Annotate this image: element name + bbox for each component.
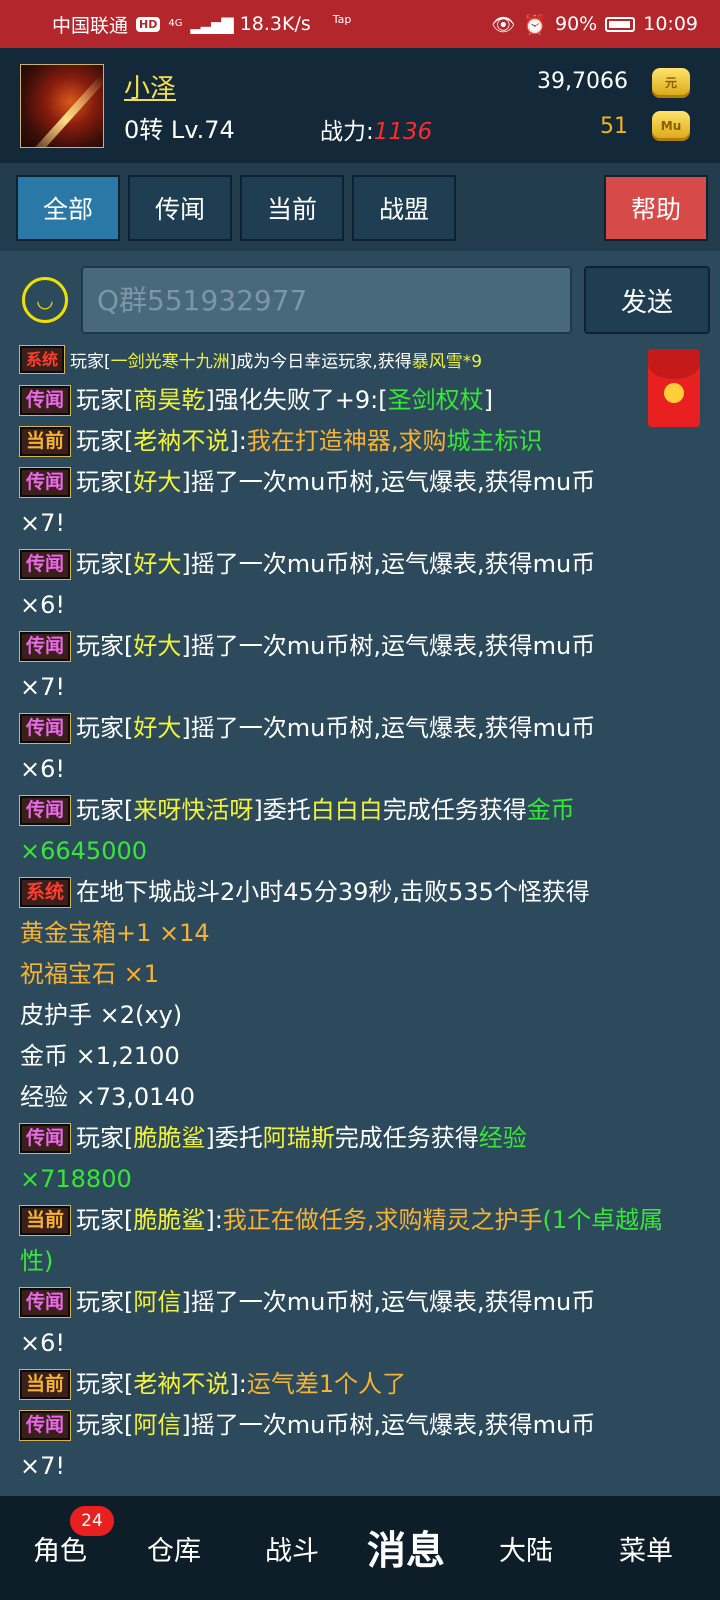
player-link[interactable]: 好大 bbox=[133, 714, 181, 742]
network-type: 4G bbox=[168, 18, 183, 29]
nav-messages[interactable]: 消息 bbox=[346, 1496, 466, 1600]
rumor-badge: 传闻 bbox=[18, 1287, 72, 1318]
hd-icon: HD bbox=[136, 16, 161, 32]
combat-power: 战力:1136 bbox=[320, 112, 432, 146]
avatar[interactable] bbox=[20, 64, 104, 148]
nav-warehouse[interactable]: 仓库 bbox=[114, 1496, 234, 1600]
nav-continent[interactable]: 大陆 bbox=[466, 1496, 586, 1600]
loot-line: 黄金宝箱+1 ×14 bbox=[20, 919, 210, 947]
message-list[interactable]: 系统 玩家[一剑光寒十九洲]成为今日幸运玩家,获得暴风雪*9 传闻 玩家[商昊乾]强… bbox=[0, 344, 720, 1496]
player-link[interactable]: 老衲不说 bbox=[133, 427, 229, 455]
list-item: 当前 玩家[脆脆鲨]:我正在做任务,求购精灵之护手(1个卓越属性) bbox=[18, 1205, 664, 1275]
rumor-badge: 传闻 bbox=[18, 1410, 72, 1441]
rumor-badge: 传闻 bbox=[18, 467, 72, 498]
player-link[interactable]: 阿信 bbox=[133, 1288, 181, 1316]
status-bar: 中国联通 HD 4G ▂▃▅▇ 18.3K/s Tap 👁 ⏰ 90% 10:0… bbox=[0, 0, 720, 48]
player-link[interactable]: 好大 bbox=[133, 632, 181, 660]
player-level: 0转 Lv.74 bbox=[124, 116, 235, 144]
item-link[interactable]: 圣剑权杖 bbox=[388, 386, 484, 414]
tab-alliance[interactable]: 战盟 bbox=[352, 175, 456, 241]
list-item: 当前 玩家[老衲不说]:运气差1个人了 bbox=[18, 1364, 696, 1405]
battery-icon bbox=[605, 16, 636, 32]
current-badge: 当前 bbox=[18, 1205, 72, 1236]
rumor-badge: 传闻 bbox=[18, 1123, 72, 1154]
list-item: 传闻 玩家[商昊乾]强化失败了+9:[圣剑权杖] bbox=[18, 380, 696, 421]
tap-indicator: Tap bbox=[332, 12, 352, 26]
player-link[interactable]: 一剑光寒十九洲 bbox=[111, 352, 230, 372]
list-item: 传闻 玩家[脆脆鲨]委托阿瑞斯完成任务获得经验 ×718800 bbox=[18, 1123, 527, 1193]
rumor-badge: 传闻 bbox=[18, 713, 72, 744]
npc-link[interactable]: 白白白 bbox=[311, 796, 383, 824]
notification-badge: 24 bbox=[70, 1506, 114, 1536]
list-item: 系统 玩家[一剑光寒十九洲]成为今日幸运玩家,获得暴风雪*9 bbox=[18, 344, 696, 380]
gold-amount: 39,7066 bbox=[537, 69, 628, 94]
tab-rumor[interactable]: 传闻 bbox=[128, 175, 232, 241]
list-item: 传闻 玩家[好大]摇了一次mu币树,运气爆表,获得mu币 ×6! bbox=[18, 549, 596, 619]
tab-current[interactable]: 当前 bbox=[240, 175, 344, 241]
combat-power-value: 1136 bbox=[373, 119, 433, 145]
list-item: 系统 在地下城战斗2小时45分39秒,击败535个怪获得 黄金宝箱+1 ×14 祝… bbox=[18, 877, 590, 1111]
emoji-icon[interactable]: ◡ bbox=[22, 277, 68, 323]
tab-all[interactable]: 全部 bbox=[16, 175, 120, 241]
red-envelope-coin bbox=[664, 383, 684, 403]
combat-power-label: 战力: bbox=[320, 119, 374, 145]
system-badge: 系统 bbox=[18, 877, 72, 908]
player-link[interactable]: 商昊乾 bbox=[133, 386, 205, 414]
player-name[interactable]: 小泽 bbox=[124, 68, 176, 105]
item-link[interactable]: 精灵之护手 bbox=[422, 1206, 542, 1234]
player-link[interactable]: 脆脆鲨 bbox=[133, 1206, 205, 1234]
loot-line: 金币 ×1,2100 bbox=[20, 1042, 180, 1070]
player-link[interactable]: 来呀快活呀 bbox=[133, 796, 253, 824]
player-link[interactable]: 老衲不说 bbox=[133, 1370, 229, 1398]
list-item: 传闻 玩家[好大]摇了一次mu币树,运气爆表,获得mu币 ×7! bbox=[18, 631, 596, 701]
player-link[interactable]: 阿信 bbox=[133, 1411, 181, 1439]
clock: 10:09 bbox=[643, 13, 698, 35]
item-link[interactable]: 暴风雪*9 bbox=[412, 352, 482, 372]
help-button[interactable]: 帮助 bbox=[604, 175, 708, 241]
channel-tabs: 全部 传闻 当前 战盟 帮助 bbox=[0, 163, 720, 251]
loot-line: 经验 ×73,0140 bbox=[20, 1083, 195, 1111]
player-link[interactable]: 好大 bbox=[133, 550, 181, 578]
player-header: 小泽 0转 Lv.74 战力:1136 39,7066 元 51 Mu bbox=[0, 48, 720, 163]
carrier-label: 中国联通 bbox=[52, 14, 129, 37]
mu-amount: 51 bbox=[600, 114, 628, 139]
battery-percent: 90% bbox=[555, 13, 598, 35]
nav-menu[interactable]: 菜单 bbox=[586, 1496, 706, 1600]
list-item: 传闻 玩家[好大]摇了一次mu币树,运气爆表,获得mu币 ×6! bbox=[18, 713, 596, 783]
chat-input[interactable] bbox=[81, 266, 572, 334]
current-badge: 当前 bbox=[18, 426, 72, 457]
mu-coin-icon: Mu bbox=[652, 111, 690, 141]
list-item: 传闻 玩家[来呀快活呀]委托白白白完成任务获得金币 ×6645000 bbox=[18, 795, 575, 865]
gold-coin-icon: 元 bbox=[652, 68, 690, 98]
npc-link[interactable]: 阿瑞斯 bbox=[263, 1124, 335, 1152]
loot-line: 皮护手 ×2(xy) bbox=[20, 1001, 183, 1029]
red-envelope-icon[interactable] bbox=[648, 349, 700, 427]
nav-battle[interactable]: 战斗 bbox=[232, 1496, 352, 1600]
rumor-badge: 传闻 bbox=[18, 795, 72, 826]
system-badge: 系统 bbox=[18, 345, 66, 374]
loot-line: 祝福宝石 ×1 bbox=[20, 960, 160, 988]
eye-icon: 👁 bbox=[491, 13, 516, 36]
list-item: 传闻 玩家[阿信]摇了一次mu币树,运气爆表,获得mu币 ×6! bbox=[18, 1287, 596, 1357]
list-item: 传闻 玩家[阿信]摇了一次mu币树,运气爆表,获得mu币 ×7! bbox=[18, 1410, 596, 1480]
bottom-nav: 角色 24 仓库 战斗 消息 大陆 菜单 bbox=[0, 1496, 720, 1600]
nav-role[interactable]: 角色 24 bbox=[0, 1496, 120, 1600]
network-speed: 18.3K/s bbox=[239, 13, 311, 35]
rumor-badge: 传闻 bbox=[18, 549, 72, 580]
player-link[interactable]: 好大 bbox=[133, 468, 181, 496]
list-item: 传闻 玩家[好大]摇了一次mu币树,运气爆表,获得mu币 ×7! bbox=[18, 467, 596, 537]
player-link[interactable]: 脆脆鲨 bbox=[133, 1124, 205, 1152]
alarm-icon: ⏰ bbox=[523, 13, 547, 36]
item-link[interactable]: 城主标识 bbox=[446, 427, 542, 455]
rumor-badge: 传闻 bbox=[18, 631, 72, 662]
list-item: 当前 玩家[老衲不说]:我在打造神器,求购城主标识 bbox=[18, 421, 696, 462]
current-badge: 当前 bbox=[18, 1369, 72, 1400]
signal-icon: ▂▃▅▇ bbox=[190, 14, 233, 34]
rumor-badge: 传闻 bbox=[18, 385, 72, 416]
send-button[interactable]: 发送 bbox=[584, 266, 710, 334]
